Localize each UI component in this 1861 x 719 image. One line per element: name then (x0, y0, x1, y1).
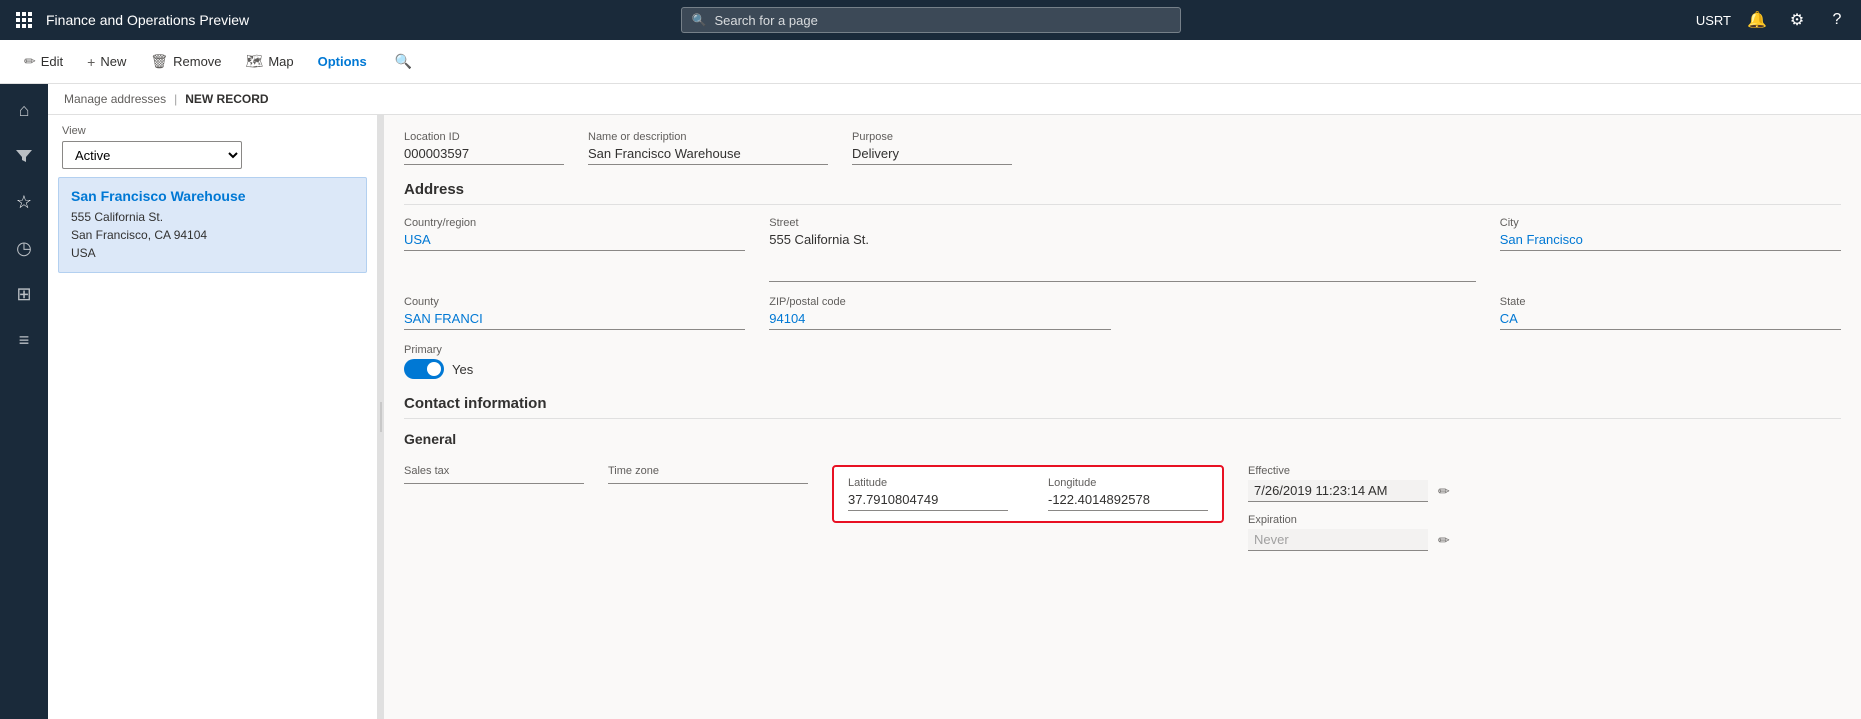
primary-field: Primary Yes (404, 344, 745, 379)
sidebar-filter-icon[interactable] (2, 134, 46, 178)
edit-icon: ✏ (24, 53, 36, 70)
view-select[interactable]: Active (62, 141, 242, 169)
name-desc-value[interactable]: San Francisco Warehouse (588, 146, 828, 165)
toolbar-search-icon: 🔍 (395, 53, 412, 70)
street-field: Street 555 California St. (769, 217, 1476, 282)
user-name: USRT (1696, 13, 1731, 28)
sidebar-star-icon[interactable]: ☆ (2, 180, 46, 224)
edit-button[interactable]: ✏ Edit (14, 48, 73, 75)
primary-toggle-label: Yes (452, 362, 473, 377)
expiration-value[interactable]: Never (1248, 529, 1428, 551)
zip-label: ZIP/postal code (769, 296, 1110, 308)
state-field: State CA (1500, 296, 1841, 330)
general-section-header: General (404, 431, 1841, 453)
search-icon: 🔍 (692, 13, 707, 27)
remove-button[interactable]: 🗑 Remove (140, 48, 231, 75)
view-label: View (62, 125, 363, 137)
country-label: Country/region (404, 217, 745, 229)
sidebar-clock-icon[interactable]: ◷ (2, 226, 46, 270)
address-card[interactable]: San Francisco Warehouse 555 California S… (58, 177, 367, 273)
state-label: State (1500, 296, 1841, 308)
latitude-value[interactable]: 37.7910804749 (848, 492, 1008, 511)
sidebar-home-icon[interactable]: ⌂ (2, 88, 46, 132)
city-value[interactable]: San Francisco (1500, 232, 1841, 251)
zip-value[interactable]: 94104 (769, 311, 1110, 330)
notification-bell-icon[interactable]: 🔔 (1743, 6, 1771, 34)
name-desc-field: Name or description San Francisco Wareho… (588, 131, 828, 165)
effective-edit-button[interactable]: ✏ (1434, 483, 1454, 500)
time-zone-label: Time zone (608, 465, 808, 477)
location-id-value[interactable]: 000003597 (404, 146, 564, 165)
location-id-field: Location ID 000003597 (404, 131, 564, 165)
coordinates-box: Latitude 37.7910804749 Longitude -122.40… (832, 465, 1224, 523)
map-button[interactable]: 🗺 Map (236, 48, 304, 75)
purpose-value[interactable]: Delivery (852, 146, 1012, 165)
sales-tax-value[interactable] (404, 480, 584, 484)
breadcrumb-manage: Manage addresses (64, 92, 166, 106)
effective-field: Effective 7/26/2019 11:23:14 AM ✏ (1248, 465, 1468, 502)
purpose-field: Purpose Delivery (852, 131, 1012, 165)
longitude-label: Longitude (1048, 477, 1208, 489)
resize-handle[interactable] (378, 115, 384, 719)
location-id-label: Location ID (404, 131, 564, 143)
sales-tax-field: Sales tax (404, 465, 584, 484)
help-question-icon[interactable]: ? (1823, 6, 1851, 34)
options-button[interactable]: Options (308, 49, 377, 74)
add-icon: + (87, 54, 95, 70)
zip-field: ZIP/postal code 94104 (769, 296, 1110, 330)
sales-tax-label: Sales tax (404, 465, 584, 477)
sidebar-list-icon[interactable]: ≡ (2, 318, 46, 362)
sidebar-grid-icon[interactable]: ⊞ (2, 272, 46, 316)
contact-section-header: Contact information (404, 395, 1841, 419)
street-label: Street (769, 217, 1476, 229)
primary-toggle[interactable] (404, 359, 444, 379)
longitude-field: Longitude -122.4014892578 (1048, 477, 1208, 511)
form-panel: Location ID 000003597 Name or descriptio… (384, 115, 1861, 719)
city-label: City (1500, 217, 1841, 229)
effective-value[interactable]: 7/26/2019 11:23:14 AM (1248, 480, 1428, 502)
time-zone-value[interactable] (608, 480, 808, 484)
breadcrumb-separator: | (174, 92, 177, 106)
address-card-line2: San Francisco, CA 94104 (71, 226, 354, 244)
name-desc-label: Name or description (588, 131, 828, 143)
effective-section: Effective 7/26/2019 11:23:14 AM ✏ Expira… (1248, 465, 1468, 551)
expiration-label: Expiration (1248, 514, 1468, 526)
state-value[interactable]: CA (1500, 311, 1841, 330)
city-field: City San Francisco (1500, 217, 1841, 282)
new-button[interactable]: + New (77, 49, 136, 75)
app-grid-icon[interactable] (10, 6, 38, 34)
county-value[interactable]: SAN FRANCI (404, 311, 745, 330)
app-title: Finance and Operations Preview (46, 12, 249, 28)
address-section-header: Address (404, 181, 1841, 205)
breadcrumb-record: NEW RECORD (185, 92, 268, 106)
address-card-line3: USA (71, 244, 354, 262)
expiration-edit-button[interactable]: ✏ (1434, 532, 1454, 549)
address-card-name: San Francisco Warehouse (71, 188, 354, 204)
country-value[interactable]: USA (404, 232, 745, 251)
map-icon: 🗺 (246, 53, 264, 70)
country-field: Country/region USA (404, 217, 745, 282)
county-field: County SAN FRANCI (404, 296, 745, 330)
address-card-line1: 555 California St. (71, 208, 354, 226)
purpose-label: Purpose (852, 131, 1012, 143)
county-label: County (404, 296, 745, 308)
expiration-field: Expiration Never ✏ (1248, 514, 1468, 551)
search-placeholder: Search for a page (714, 13, 817, 28)
longitude-value[interactable]: -122.4014892578 (1048, 492, 1208, 511)
primary-label: Primary (404, 344, 745, 356)
latitude-label: Latitude (848, 477, 1008, 489)
search-bar[interactable]: 🔍 Search for a page (681, 7, 1181, 33)
time-zone-field: Time zone (608, 465, 808, 484)
effective-label: Effective (1248, 465, 1468, 477)
street-value[interactable]: 555 California St. (769, 232, 1476, 282)
remove-icon: 🗑 (150, 53, 168, 70)
settings-gear-icon[interactable]: ⚙ (1783, 6, 1811, 34)
latitude-field: Latitude 37.7910804749 (848, 477, 1008, 511)
toolbar-search-button[interactable]: 🔍 (385, 48, 422, 75)
